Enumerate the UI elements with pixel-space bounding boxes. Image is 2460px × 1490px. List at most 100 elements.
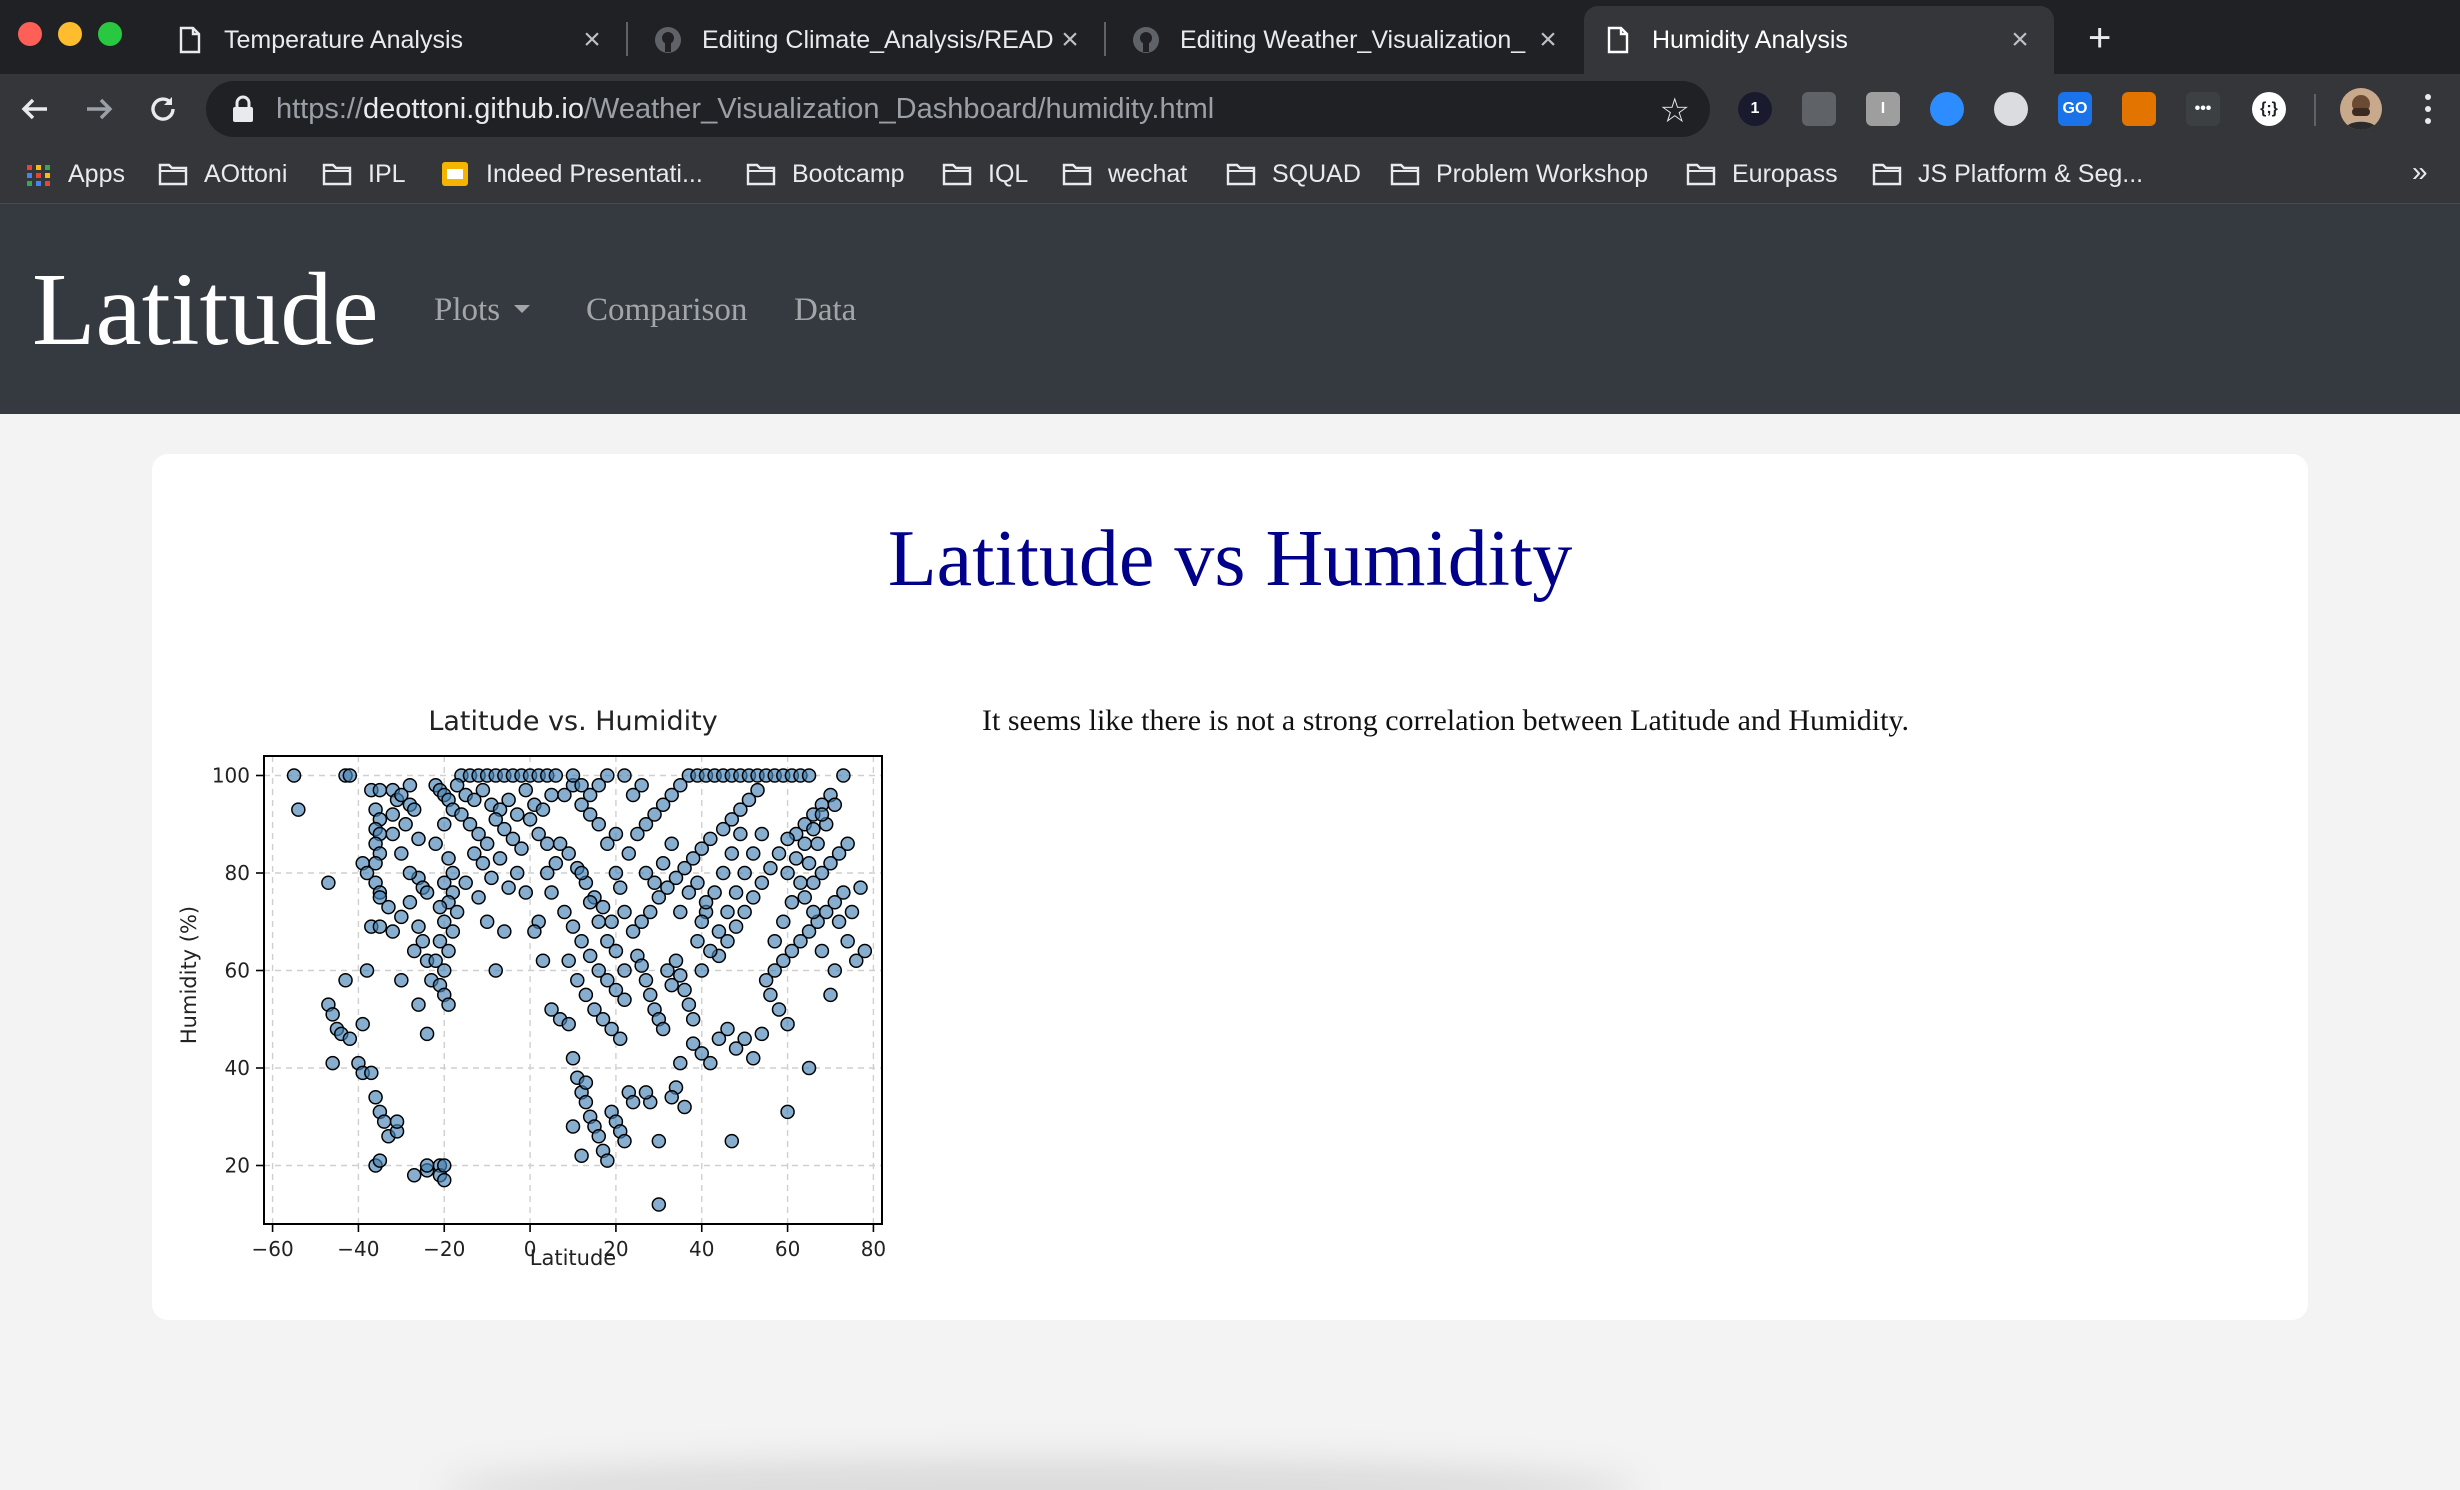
chart-x-axis-label: Latitude	[530, 1246, 616, 1270]
scatter-point	[325, 1007, 340, 1022]
scatter-point	[771, 846, 787, 861]
reload-icon[interactable]	[142, 88, 184, 130]
url-scheme: https://	[276, 92, 364, 125]
bookmark-aottoni[interactable]: AOttoni	[158, 156, 287, 192]
bookmark-ipl[interactable]: IPL	[322, 156, 406, 192]
bookmark-problem-workshop[interactable]: Problem Workshop	[1390, 156, 1648, 192]
scatter-point	[591, 817, 606, 832]
scatter-point	[673, 904, 688, 920]
brackets-icon[interactable]: {;}	[2252, 92, 2286, 126]
scatter-point	[565, 1119, 581, 1134]
bookmark-apps[interactable]: Apps	[22, 156, 125, 192]
forward-arrow-icon[interactable]	[78, 88, 120, 130]
folder-icon	[942, 163, 972, 186]
bookmark-star-icon[interactable]: ☆	[1660, 91, 1690, 131]
scatter-point	[509, 865, 525, 881]
tab-editing-climate-analysis[interactable]: Editing Climate_Analysis/READ ×	[634, 6, 1104, 74]
y-tick-label: 40	[225, 1056, 250, 1080]
tab-close-icon[interactable]: ×	[1534, 23, 1562, 57]
scatter-point	[338, 973, 353, 988]
scatter-point	[814, 943, 830, 959]
bookmark-iql[interactable]: IQL	[942, 156, 1028, 192]
bookmarks-overflow-button[interactable]: »	[2412, 156, 2428, 188]
browser-menu-icon[interactable]	[2418, 88, 2438, 130]
go-icon[interactable]: GO	[2058, 92, 2092, 126]
camera-icon[interactable]	[1802, 92, 1836, 126]
scatter-point	[754, 875, 770, 890]
bookmark-label: Apps	[68, 159, 125, 188]
scatter-point	[578, 987, 594, 1003]
scatter-point	[806, 904, 821, 920]
scatter-point	[441, 851, 456, 866]
profile-avatar[interactable]	[2340, 88, 2382, 130]
tab-editing-weather-visualization[interactable]: Editing Weather_Visualization_ ×	[1112, 6, 1582, 74]
scatter-point	[600, 1153, 615, 1168]
site-brand[interactable]: Latitude	[32, 252, 379, 368]
folder-icon	[1226, 163, 1256, 186]
page-icon	[176, 25, 204, 55]
scatter-point	[385, 807, 400, 822]
instapaper-icon[interactable]: I	[1866, 92, 1900, 126]
scatter-point	[578, 1075, 594, 1090]
scatter-point	[827, 797, 843, 812]
onepassword-icon[interactable]: 1	[1738, 92, 1772, 126]
scatter-point	[578, 1094, 594, 1110]
scatter-point	[664, 1090, 679, 1105]
scatter-point	[406, 802, 422, 817]
scatter-point	[625, 924, 641, 939]
bookmarks-bar: » Apps AOttoni IPL Indeed Presentati... Boot…	[0, 144, 2460, 204]
scatter-point	[591, 1129, 606, 1144]
window-minimize-button[interactable]	[58, 22, 82, 46]
scatter-point	[437, 817, 452, 832]
bookmark-label: SQUAD	[1272, 159, 1361, 188]
github-icon	[654, 25, 682, 55]
scatter-point	[368, 856, 383, 871]
tab-humidity-analysis[interactable]: Humidity Analysis ×	[1584, 6, 2054, 74]
tab-close-icon[interactable]: ×	[1056, 23, 1084, 57]
scatter-point	[479, 914, 495, 929]
scatter-point	[398, 817, 413, 832]
scatter-point	[565, 768, 581, 783]
bookmark-bootcamp[interactable]: Bootcamp	[746, 156, 905, 192]
tab-temperature-analysis[interactable]: Temperature Analysis ×	[156, 6, 626, 74]
bookmark-europass[interactable]: Europass	[1686, 156, 1838, 192]
nav-comparison-link[interactable]: Comparison	[586, 292, 747, 329]
scatter-point	[720, 904, 735, 920]
window-zoom-button[interactable]	[98, 22, 122, 46]
zoom-icon[interactable]	[1930, 92, 1964, 126]
back-arrow-icon[interactable]	[14, 88, 56, 130]
bookmark-indeed-presentati[interactable]: Indeed Presentati...	[440, 156, 703, 192]
scatter-point	[518, 885, 534, 900]
tab-close-icon[interactable]: ×	[578, 23, 606, 57]
address-bar[interactable]: https://deottoni.github.io/Weather_Visua…	[206, 81, 1710, 137]
scatter-point	[617, 904, 632, 920]
nav-data-link[interactable]: Data	[794, 292, 856, 329]
bookmark-js-platform-seg[interactable]: JS Platform & Seg...	[1872, 156, 2143, 192]
folder-icon	[158, 163, 188, 186]
stack-icon[interactable]	[2122, 92, 2156, 126]
new-tab-button[interactable]: +	[2088, 18, 2111, 58]
scatter-point	[698, 895, 714, 910]
scatter-point	[552, 836, 568, 851]
scatter-point	[557, 904, 572, 920]
scatter-point	[471, 890, 486, 905]
bookmark-label: Bootcamp	[792, 159, 905, 188]
scatter-point	[501, 880, 516, 895]
more-dots-icon[interactable]: •••	[2186, 92, 2220, 126]
circle-icon[interactable]	[1994, 92, 2028, 126]
window-close-button[interactable]	[18, 22, 42, 46]
bookmark-squad[interactable]: SQUAD	[1226, 156, 1361, 192]
tab-close-icon[interactable]: ×	[2006, 23, 2034, 57]
scatter-point	[647, 875, 662, 890]
scatter-point	[643, 904, 658, 920]
nav-plots-dropdown[interactable]: Plots	[434, 292, 531, 329]
scatter-point	[458, 875, 473, 890]
scatter-point	[643, 987, 658, 1003]
scatter-point	[780, 831, 795, 847]
bookmark-wechat[interactable]: wechat	[1062, 156, 1187, 192]
url-path: /Weather_Visualization_Dashboard/humidit…	[583, 92, 1215, 125]
x-tick-label: −40	[337, 1237, 379, 1261]
scatter-point	[406, 943, 422, 959]
scatter-point	[535, 802, 551, 817]
scatter-point	[771, 1002, 787, 1017]
